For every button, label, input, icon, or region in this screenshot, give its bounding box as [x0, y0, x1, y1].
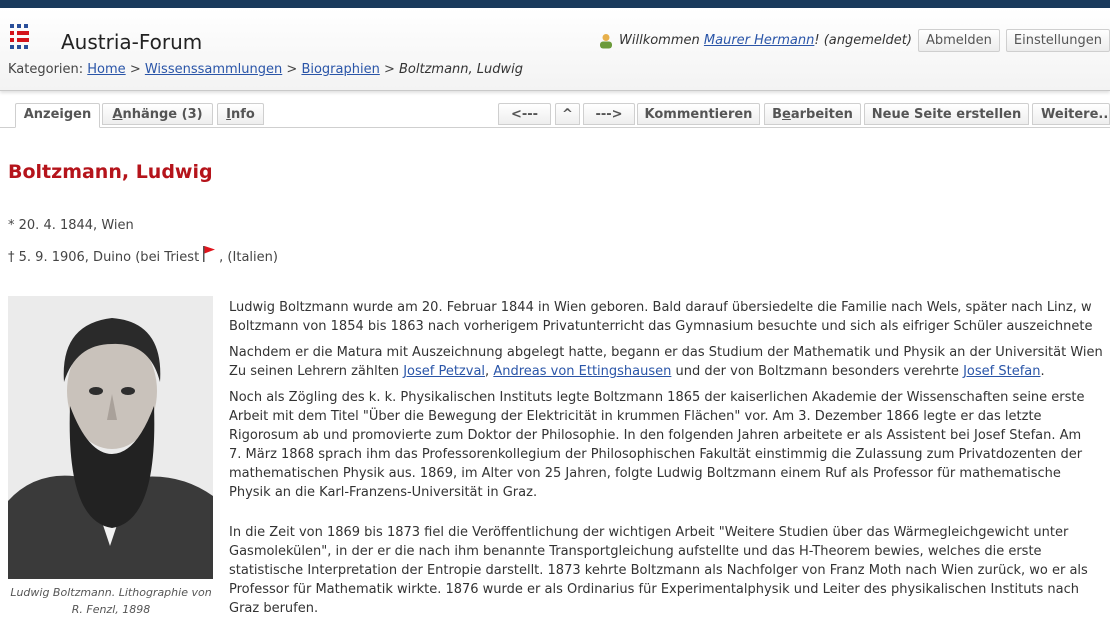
paragraph: Noch als Zögling des k. k. Physikalische… [229, 388, 1109, 502]
red-flag-icon[interactable] [202, 245, 216, 263]
paragraph: Ludwig Boltzmann wurde am 20. Februar 18… [229, 298, 1109, 336]
edit-label-pre: B [772, 107, 783, 122]
text-line: mathematischen Physik aus. 1869, im Alte… [229, 466, 1061, 481]
welcome-suffix: ! (angemeldet) [814, 33, 912, 48]
period: . [1040, 364, 1045, 379]
text-line: Ludwig Boltzmann wurde am 20. Februar 18… [229, 300, 1092, 315]
text-line: Nachdem er die Matura mit Auszeichnung a… [229, 345, 1103, 360]
breadcrumb-current: Boltzmann, Ludwig [399, 62, 524, 77]
welcome-text: Willkommen Maurer Hermann! (angemeldet) [619, 33, 912, 48]
tab-attachments[interactable]: Anhänge (3) [102, 103, 213, 125]
text-line: Boltzmann von 1854 bis 1863 nach vorheri… [229, 319, 1093, 334]
edit-label-post: arbeiten [790, 107, 853, 122]
death-info-text: † 5. 9. 1906, Duino (bei Triest [8, 249, 200, 265]
user-box: Willkommen Maurer Hermann! (angemeldet) … [599, 29, 1110, 52]
breadcrumb-collections-link[interactable]: Wissenssammlungen [145, 62, 282, 77]
article-body: Ludwig Boltzmann wurde am 20. Februar 18… [229, 298, 1109, 625]
tab-info[interactable]: Info [217, 103, 264, 125]
breadcrumb: Kategorien: Home > Wissenssammlungen > B… [8, 62, 523, 77]
breadcrumb-home-link[interactable]: Home [87, 62, 125, 77]
breadcrumb-separator: > [286, 62, 298, 77]
attachments-accel: A [112, 107, 123, 122]
new-page-button[interactable]: Neue Seite erstellen [864, 103, 1029, 125]
page-title: Boltzmann, Ludwig [8, 161, 213, 183]
text-line: statistische Interpretation der Entropie… [229, 563, 1088, 578]
logout-button[interactable]: Abmelden [917, 29, 1000, 52]
breadcrumb-separator: > [129, 62, 141, 77]
text-line: Noch als Zögling des k. k. Physikalische… [229, 390, 1085, 405]
portrait-caption: Ludwig Boltzmann. Lithographie von R. Fe… [10, 586, 212, 616]
paragraph: Nachdem er die Matura mit Auszeichnung a… [229, 343, 1109, 381]
stefan-link[interactable]: Josef Stefan [963, 364, 1040, 379]
more-button[interactable]: Weitere... [1032, 103, 1110, 125]
page-tab-bar: Anzeigen Anhänge (3) Info <--- ^ ---> Ko… [0, 103, 1110, 128]
top-bar [0, 0, 1110, 8]
text-line: Professor für Mathematik wirkte. 1876 wu… [229, 582, 1080, 597]
previous-page-button[interactable]: <--- [498, 103, 551, 125]
text-line: Arbeit mit dem Titel "Über die Bewegung … [229, 409, 1042, 424]
text-line: Graz berufen. [229, 601, 319, 616]
austria-forum-logo-icon[interactable] [8, 22, 36, 50]
text-line: Zu seinen Lehrern zählten [229, 364, 400, 379]
paragraph: In die Zeit von 1869 bis 1873 fiel die V… [229, 523, 1109, 618]
ettingshausen-link[interactable]: Andreas von Ettingshausen [493, 364, 671, 379]
text-line: Rigorosum ab und promovierte zum Doktor … [229, 428, 1082, 443]
site-title[interactable]: Austria-Forum [61, 30, 202, 54]
death-country: , (Italien) [219, 249, 278, 265]
comma: , [485, 364, 490, 379]
up-button[interactable]: ^ [555, 103, 580, 125]
site-header: Austria-Forum Kategorien: Home > Wissens… [0, 8, 1110, 91]
boltzmann-portrait-image[interactable] [8, 296, 213, 579]
birth-info: * 20. 4. 1844, Wien [8, 218, 134, 233]
user-name-link[interactable]: Maurer Hermann [704, 33, 814, 48]
text-line: und der von Boltzmann besonders verehrte [675, 364, 959, 379]
edit-accel: e [782, 107, 791, 122]
death-info: † 5. 9. 1906, Duino (bei Triest , (Itali… [8, 245, 278, 269]
breadcrumb-biographies-link[interactable]: Biographien [301, 62, 379, 77]
text-line: 7. März 1868 sprach ihm das Professorenk… [229, 447, 1083, 462]
info-label: nfo [231, 107, 255, 122]
comment-button[interactable]: Kommentieren [637, 103, 760, 125]
user-icon [600, 33, 613, 48]
petzval-link[interactable]: Josef Petzval [403, 364, 485, 379]
breadcrumb-prefix: Kategorien: [8, 62, 84, 77]
text-line: Gasmolekülen", in der er die nach ihm be… [229, 544, 1042, 559]
welcome-prefix: Willkommen [619, 33, 700, 48]
text-line: Physik an die Karl-Franzens-Universität … [229, 485, 538, 500]
settings-button[interactable]: Einstellungen [1005, 29, 1110, 52]
text-line: In die Zeit von 1869 bis 1873 fiel die V… [229, 525, 1069, 540]
attachments-label: nhänge (3) [122, 107, 203, 122]
tab-view[interactable]: Anzeigen [15, 103, 100, 128]
edit-button[interactable]: Bearbeiten [764, 103, 861, 125]
breadcrumb-separator: > [383, 62, 395, 77]
next-page-button[interactable]: ---> [583, 103, 635, 125]
